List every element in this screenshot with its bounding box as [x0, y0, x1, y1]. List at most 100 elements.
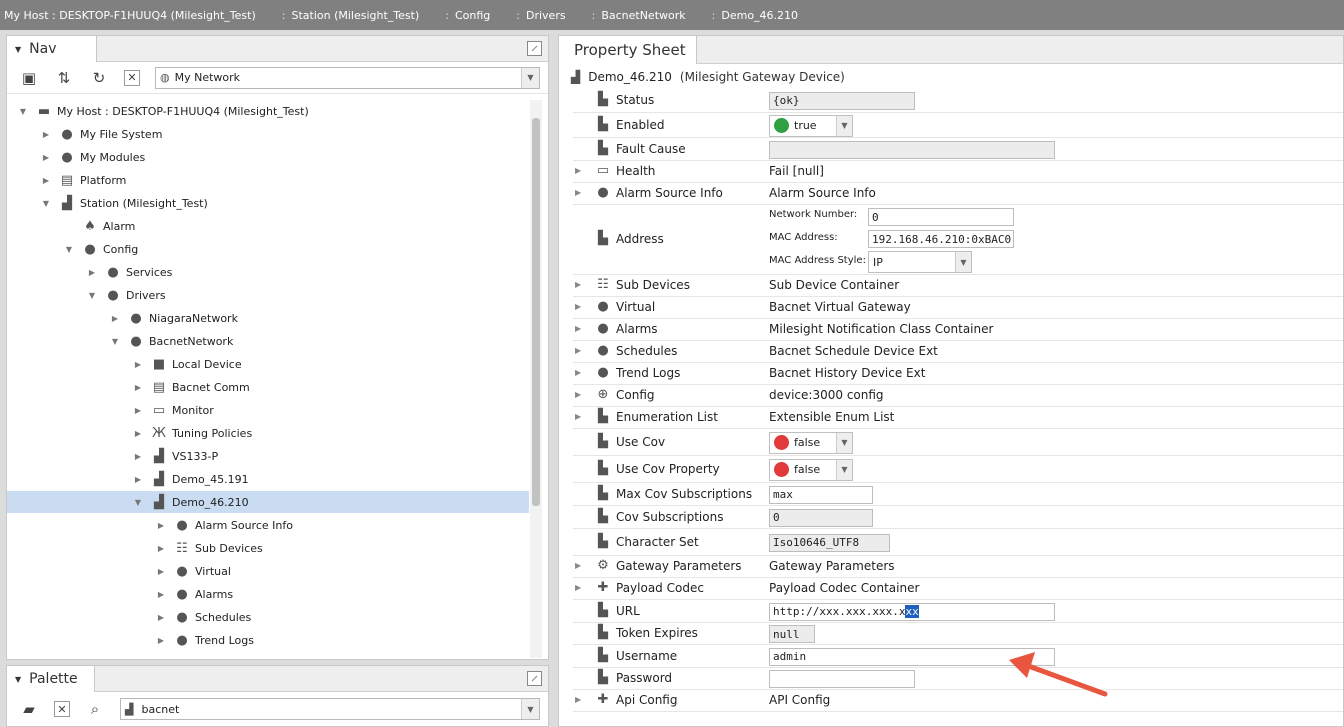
expand-toggle-icon[interactable]: ▶: [86, 268, 98, 277]
tree-node[interactable]: ▶ ● Services: [7, 261, 529, 283]
chevron-down-icon[interactable]: ▼: [836, 432, 852, 453]
tree-node[interactable]: ▶ ■ Local Device: [7, 353, 529, 375]
expand-toggle-icon[interactable]: ▶: [132, 406, 144, 415]
expand-toggle-icon[interactable]: ▶: [155, 544, 167, 553]
refresh-icon[interactable]: ↻: [89, 68, 109, 88]
breadcrumb-item[interactable]: : Demo_46.210: [708, 9, 820, 22]
tree-node[interactable]: ▶ ▤ Bacnet Comm: [7, 376, 529, 398]
breadcrumb-item[interactable]: : BacnetNetwork: [588, 9, 708, 22]
expand-toggle-icon[interactable]: ▶: [575, 368, 585, 377]
expand-toggle-icon[interactable]: ▶: [575, 390, 585, 399]
expand-toggle-icon[interactable]: ▶: [155, 521, 167, 530]
expand-toggle-icon[interactable]: ▶: [155, 590, 167, 599]
tree-node[interactable]: ▶ ▤ Platform: [7, 169, 529, 191]
palette-tab[interactable]: ▼ Palette: [7, 666, 95, 692]
breadcrumb-item[interactable]: : Drivers: [512, 9, 587, 22]
expand-toggle-icon[interactable]: ▶: [575, 324, 585, 333]
mac-address-style-select[interactable]: IP ▼: [868, 251, 972, 273]
close-icon[interactable]: ✕: [54, 701, 70, 717]
boolean-select[interactable]: false ▼: [769, 458, 853, 481]
expand-toggle-icon[interactable]: ▼: [132, 498, 144, 507]
network-number-field[interactable]: 0: [868, 208, 1014, 226]
property-field[interactable]: admin: [769, 647, 1055, 666]
expand-toggle-icon[interactable]: ▶: [575, 695, 585, 704]
tree-node[interactable]: ▶ ● Trend Logs: [7, 629, 529, 651]
tree-node[interactable]: ▼ ● Drivers: [7, 284, 529, 306]
new-tab-icon[interactable]: ▣: [19, 68, 39, 88]
sync-tree-icon[interactable]: ⇅: [54, 68, 74, 88]
property-sheet-tab[interactable]: Property Sheet: [559, 36, 697, 64]
expand-toggle-icon[interactable]: ▶: [575, 166, 585, 175]
tree-node[interactable]: ▼ ▟ Station (Milesight_Test): [7, 192, 529, 214]
expand-toggle-icon[interactable]: ▶: [575, 561, 585, 570]
tree-node[interactable]: ▶ ● Alarms: [7, 583, 529, 605]
tree-node[interactable]: ▶ ● NiagaraNetwork: [7, 307, 529, 329]
scrollbar-thumb[interactable]: [532, 118, 540, 506]
nav-tab[interactable]: ▼ Nav: [7, 36, 97, 62]
maximize-icon[interactable]: [527, 671, 542, 686]
expand-toggle-icon[interactable]: ▶: [109, 314, 121, 323]
expand-toggle-icon[interactable]: ▼: [40, 199, 52, 208]
tree-node[interactable]: ▼ ▟ Demo_46.210: [7, 491, 529, 513]
expand-toggle-icon[interactable]: ▶: [40, 153, 52, 162]
tree-node[interactable]: ▶ ● Virtual: [7, 560, 529, 582]
tree-node[interactable]: ▶ ● Alarm Source Info: [7, 514, 529, 536]
expand-toggle-icon[interactable]: ▶: [575, 302, 585, 311]
collapse-arrow-icon[interactable]: ▼: [15, 45, 21, 54]
expand-toggle-icon[interactable]: ▶: [575, 412, 585, 421]
boolean-select[interactable]: true ▼: [769, 114, 853, 137]
expand-toggle-icon[interactable]: ▶: [132, 452, 144, 461]
folder-icon[interactable]: ▰: [19, 699, 39, 719]
property-field[interactable]: max: [769, 485, 873, 504]
tree-node[interactable]: ▶ ☷ Sub Devices: [7, 537, 529, 559]
expand-toggle-icon[interactable]: ▶: [40, 130, 52, 139]
expand-toggle-icon[interactable]: ▶: [132, 475, 144, 484]
tree-node[interactable]: ▼ ● BacnetNetwork: [7, 330, 529, 352]
breadcrumb-item[interactable]: : Station (Milesight_Test): [278, 9, 442, 22]
expand-toggle-icon[interactable]: ▶: [575, 346, 585, 355]
expand-toggle-icon[interactable]: ▼: [17, 107, 29, 116]
property-name: Status: [616, 92, 655, 107]
tree-node[interactable]: ▶ ▭ Monitor: [7, 399, 529, 421]
tree-node[interactable]: ▼ ▬ My Host : DESKTOP-F1HUUQ4 (Milesight_T…: [7, 100, 529, 122]
collapse-arrow-icon[interactable]: ▼: [15, 675, 21, 684]
expand-toggle-icon[interactable]: ▶: [155, 636, 167, 645]
maximize-icon[interactable]: [527, 41, 542, 56]
breadcrumb-item[interactable]: : Config: [441, 9, 512, 22]
expand-toggle-icon[interactable]: ▼: [63, 245, 75, 254]
find-icon[interactable]: ⌕: [85, 699, 105, 719]
expand-toggle-icon[interactable]: ▶: [155, 567, 167, 576]
chevron-down-icon[interactable]: ▼: [836, 115, 852, 136]
chevron-down-icon[interactable]: ▼: [521, 67, 539, 88]
expand-toggle-icon[interactable]: ▶: [155, 613, 167, 622]
close-icon[interactable]: ✕: [124, 69, 140, 86]
tree-node[interactable]: ▶ ● My File System: [7, 123, 529, 145]
tree-node[interactable]: ▶ ▟ Demo_45.191: [7, 468, 529, 490]
chevron-down-icon[interactable]: ▼: [521, 699, 539, 719]
tree-node[interactable]: ▼ ● Config: [7, 238, 529, 260]
chevron-down-icon[interactable]: ▼: [836, 459, 852, 480]
palette-select[interactable]: ▟ bacnet ▼: [120, 698, 540, 720]
property-field[interactable]: [769, 670, 915, 688]
expand-toggle-icon[interactable]: ▼: [86, 291, 98, 300]
nav-scrollbar[interactable]: [530, 100, 542, 658]
expand-toggle-icon[interactable]: ▶: [40, 176, 52, 185]
tree-node[interactable]: ♠ Alarm: [7, 215, 529, 237]
url-field[interactable]: http://xxx.xxx.xxx.x xx: [769, 602, 1055, 621]
mac-address-field[interactable]: 192.168.46.210:0xBAC0: [868, 230, 1014, 248]
expand-toggle-icon[interactable]: ▶: [575, 583, 585, 592]
tree-node[interactable]: ▶ ● My Modules: [7, 146, 529, 168]
expand-toggle-icon[interactable]: ▶: [575, 280, 585, 289]
expand-toggle-icon[interactable]: ▶: [575, 188, 585, 197]
expand-toggle-icon[interactable]: ▶: [132, 360, 144, 369]
tree-node[interactable]: ▶ ▟ VS133-P: [7, 445, 529, 467]
breadcrumb-item[interactable]: My Host : DESKTOP-F1HUUQ4 (Milesight_Tes…: [0, 9, 278, 22]
expand-toggle-icon[interactable]: ▼: [109, 337, 121, 346]
chevron-down-icon[interactable]: ▼: [955, 252, 971, 272]
expand-toggle-icon[interactable]: ▶: [132, 429, 144, 438]
tree-node[interactable]: ▶ ● Schedules: [7, 606, 529, 628]
expand-toggle-icon[interactable]: ▶: [132, 383, 144, 392]
tree-node[interactable]: ▶ Ж Tuning Policies: [7, 422, 529, 444]
boolean-select[interactable]: false ▼: [769, 431, 853, 454]
network-select[interactable]: ◍ My Network ▼: [155, 66, 540, 89]
